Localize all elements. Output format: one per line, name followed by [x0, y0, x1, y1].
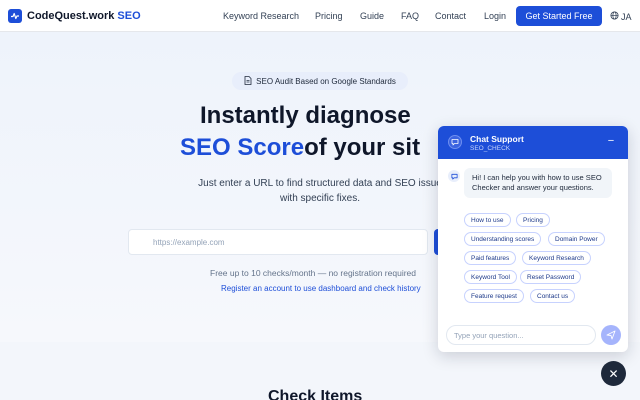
nav-keyword-research[interactable]: Keyword Research [223, 11, 299, 21]
chat-question-input[interactable] [446, 325, 596, 345]
brand-logo[interactable]: CodeQuest.work SEO [8, 9, 141, 23]
nav-faq[interactable]: FAQ [401, 11, 419, 21]
hero-subtitle-line1: Just enter a URL to find structured data… [198, 178, 442, 189]
language-switcher[interactable]: JA [610, 11, 632, 22]
seo-audit-badge: SEO Audit Based on Google Standards [232, 72, 408, 90]
headline-highlight: SEO Score [180, 134, 305, 161]
brand-accent: SEO [117, 10, 141, 22]
chip-keyword-tool[interactable]: Keyword Tool [464, 270, 517, 284]
document-icon [244, 75, 252, 87]
chip-how-to-use[interactable]: How to use [464, 213, 511, 227]
badge-label: SEO Audit Based on Google Standards [256, 76, 396, 86]
hero-subtitle: Just enter a URL to find structured data… [195, 176, 445, 206]
brand-name: CodeQuest.work [27, 10, 115, 22]
url-input[interactable] [128, 229, 428, 255]
nav-contact[interactable]: Contact [435, 11, 466, 21]
bot-message: Hi! I can help you with how to use SEO C… [464, 168, 612, 198]
chip-feature-request[interactable]: Feature request [464, 289, 524, 303]
headline-rest: of your sit [304, 134, 421, 161]
check-items-title: Check Items [268, 388, 363, 400]
nav-pricing[interactable]: Pricing [315, 11, 343, 21]
minimize-button[interactable]: − [604, 134, 618, 148]
nav-login[interactable]: Login [484, 11, 506, 21]
chip-understanding-scores[interactable]: Understanding scores [464, 232, 542, 246]
send-icon[interactable] [601, 325, 621, 345]
nav-guide[interactable]: Guide [360, 11, 384, 21]
register-account-link[interactable]: Register an account to use dashboard and… [221, 284, 421, 293]
hero-headline-line1: Instantly diagnose [200, 102, 411, 129]
pulse-icon [8, 9, 22, 23]
chat-subtitle: SEO_CHECK [470, 145, 511, 152]
free-usage-note: Free up to 10 checks/month — no registra… [210, 268, 416, 278]
close-icon[interactable]: ✕ [601, 361, 626, 386]
bot-avatar-icon [448, 170, 460, 182]
chip-contact-us[interactable]: Contact us [530, 289, 576, 303]
chat-support-widget: Chat Support SEO_CHECK − Hi! I can help … [438, 126, 628, 352]
chip-paid-features[interactable]: Paid features [464, 251, 517, 265]
chip-domain-power[interactable]: Domain Power [548, 232, 605, 246]
globe-icon [610, 11, 619, 22]
top-navbar: CodeQuest.work SEO Keyword Research Pric… [0, 0, 640, 32]
chat-bubble-icon [448, 135, 462, 149]
hero-headline-line2: SEO Scoreof your sit [180, 134, 420, 162]
hero-subtitle-line2: with specific fixes. [279, 193, 361, 204]
language-label: JA [621, 11, 632, 22]
chat-title: Chat Support [470, 134, 524, 144]
chip-pricing[interactable]: Pricing [516, 213, 550, 227]
chip-keyword-research[interactable]: Keyword Research [522, 251, 591, 265]
chip-reset-password[interactable]: Reset Password [520, 270, 582, 284]
chat-header: Chat Support SEO_CHECK − [438, 126, 628, 159]
get-started-button[interactable]: Get Started Free [516, 6, 602, 26]
